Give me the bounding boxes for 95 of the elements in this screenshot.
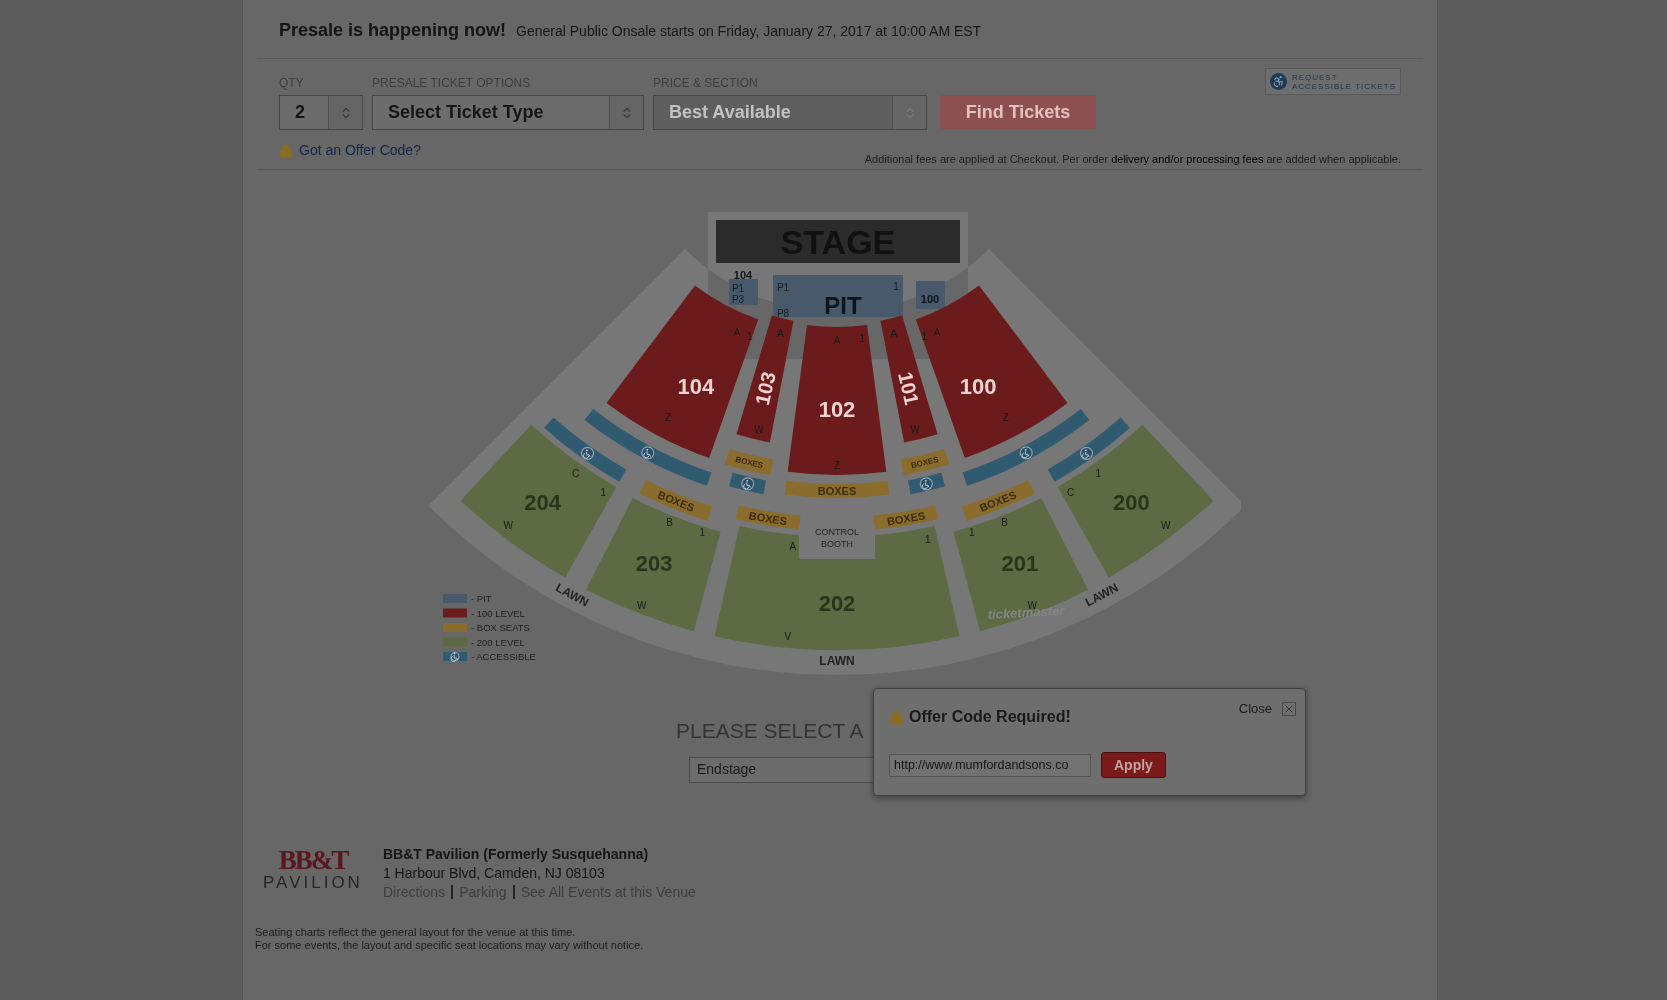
select-field[interactable]: 2 bbox=[279, 95, 363, 130]
section-label: 100 bbox=[920, 293, 940, 305]
box-seats[interactable] bbox=[724, 448, 774, 476]
legend-label: - ACCESSIBLE bbox=[471, 651, 536, 662]
wheelchair-icon bbox=[641, 446, 655, 460]
row-label: Z bbox=[665, 411, 672, 423]
seat-section[interactable] bbox=[736, 315, 794, 443]
row-label: V bbox=[784, 631, 792, 643]
box-seats[interactable] bbox=[784, 480, 890, 498]
legend-swatch bbox=[443, 623, 467, 632]
section-label: BOXES bbox=[748, 509, 788, 528]
row-label: C bbox=[572, 467, 580, 479]
legend-label: - BOX SEATS bbox=[471, 622, 530, 633]
row-label: A bbox=[733, 327, 741, 339]
row-label: 1 bbox=[921, 331, 927, 343]
section-label: BOXES bbox=[734, 454, 764, 471]
row-label: A bbox=[789, 541, 797, 553]
section-label: 102 bbox=[818, 396, 856, 422]
pit-section[interactable] bbox=[773, 275, 903, 317]
row-label: 1 bbox=[1095, 467, 1102, 479]
dialog-title: Offer Code Required! bbox=[909, 707, 1071, 727]
row-label: P1 bbox=[776, 281, 790, 293]
row-label: P8 bbox=[776, 307, 790, 319]
wheelchair-icon bbox=[450, 651, 460, 662]
row-label: A bbox=[833, 334, 841, 346]
accessible-section[interactable] bbox=[584, 409, 712, 486]
wheelchair-icon bbox=[580, 446, 595, 460]
row-label: W bbox=[910, 424, 920, 436]
apply-button[interactable]: Apply bbox=[1101, 752, 1166, 778]
row-label: 1 bbox=[893, 280, 899, 292]
section-label: 104 bbox=[733, 269, 753, 281]
row-label: W bbox=[636, 600, 647, 612]
box-seats[interactable] bbox=[900, 448, 950, 476]
section-label: BOXES bbox=[886, 509, 926, 528]
wheelchair-icon bbox=[1019, 446, 1033, 460]
section-label: BOXES bbox=[910, 454, 940, 471]
row-label: 1 bbox=[969, 527, 975, 539]
row-label: P3 bbox=[731, 293, 745, 305]
control-booth-label: CONTROL BOOTH bbox=[815, 527, 859, 549]
legend-swatch bbox=[443, 594, 467, 603]
row-label: Z bbox=[1002, 411, 1009, 423]
section-label: 100 bbox=[959, 373, 997, 399]
section-label: 101 bbox=[894, 369, 924, 408]
section-label: 103 bbox=[750, 369, 780, 408]
lock-icon bbox=[889, 709, 904, 725]
section-label: 104 bbox=[677, 373, 715, 399]
row-label: W bbox=[1161, 519, 1171, 531]
row-label: P1 bbox=[731, 282, 745, 294]
wheelchair-icon bbox=[741, 477, 755, 491]
pit-section[interactable] bbox=[729, 279, 758, 305]
row-label: 1 bbox=[747, 331, 753, 343]
wheelchair-icon bbox=[1079, 446, 1094, 460]
venue-name: BB&T Pavilion (Formerly Susquehanna) bbox=[382, 844, 650, 864]
notice-title: Presale is happening now! bbox=[279, 19, 507, 42]
lawn-label: LAWN bbox=[819, 654, 855, 668]
row-label: Z bbox=[833, 459, 841, 471]
row-label: 1 bbox=[600, 486, 607, 498]
row-label: A bbox=[776, 327, 784, 339]
close-icon[interactable] bbox=[1282, 701, 1296, 716]
venue-logo-text: PAVILION bbox=[263, 872, 363, 893]
wheelchair-icon bbox=[919, 477, 933, 491]
disclaimer-text: For some events, the layout and specific seat locations may vary without notice. bbox=[255, 938, 645, 952]
row-label: 1 bbox=[925, 534, 931, 546]
row-label: A bbox=[890, 327, 898, 339]
section-label: BOXES bbox=[817, 485, 857, 497]
row-label: C bbox=[1067, 486, 1075, 498]
row-label: 1 bbox=[699, 527, 705, 539]
venue-address: 1 Harbour Blvd, Camden, NJ 08103 bbox=[382, 863, 606, 883]
disclaimer-text: Seating charts reflect the general layout for the venue at this time. bbox=[255, 925, 577, 939]
request-accessible-tickets-button[interactable]: REQUEST ACCESSIBLE TICKETS bbox=[1264, 68, 1401, 95]
select-field[interactable]: Select Ticket Type bbox=[372, 95, 644, 130]
wheelchair-icon bbox=[1269, 73, 1287, 90]
legend-swatch bbox=[443, 637, 467, 647]
offer-code-field[interactable]: http://www.mumfordandsons.co bbox=[889, 753, 1091, 777]
row-label: W bbox=[754, 424, 764, 436]
venue-logo-mark: BB&T bbox=[278, 846, 348, 873]
row-label: B bbox=[1001, 516, 1008, 528]
pit-section[interactable] bbox=[916, 281, 945, 309]
notice-text: General Public Onsale starts on Friday, January 27, 2017 at 10:00 AM EST bbox=[516, 22, 982, 41]
close-label[interactable]: Close bbox=[1238, 699, 1272, 719]
box-seats[interactable] bbox=[873, 505, 939, 530]
row-label: A bbox=[933, 327, 941, 339]
legend-label: - 200 LEVEL bbox=[471, 636, 525, 648]
row-label: W bbox=[503, 519, 513, 531]
offer-code-link[interactable]: Got an Offer Code? bbox=[279, 140, 421, 161]
row-label: 1 bbox=[859, 333, 866, 345]
legend-swatch bbox=[443, 608, 467, 618]
legend-label: - PIT bbox=[471, 593, 492, 604]
accessible-section[interactable] bbox=[962, 409, 1090, 486]
fees-note: Additional fees are applied at Checkout. Per order delivery and/or processing fees are added when applicable. bbox=[864, 151, 1401, 167]
row-label: B bbox=[666, 516, 673, 528]
section-label: PIT bbox=[824, 291, 862, 319]
lock-icon bbox=[279, 143, 293, 158]
box-seats[interactable] bbox=[735, 505, 801, 530]
legend-label: - 100 LEVEL bbox=[471, 607, 525, 619]
